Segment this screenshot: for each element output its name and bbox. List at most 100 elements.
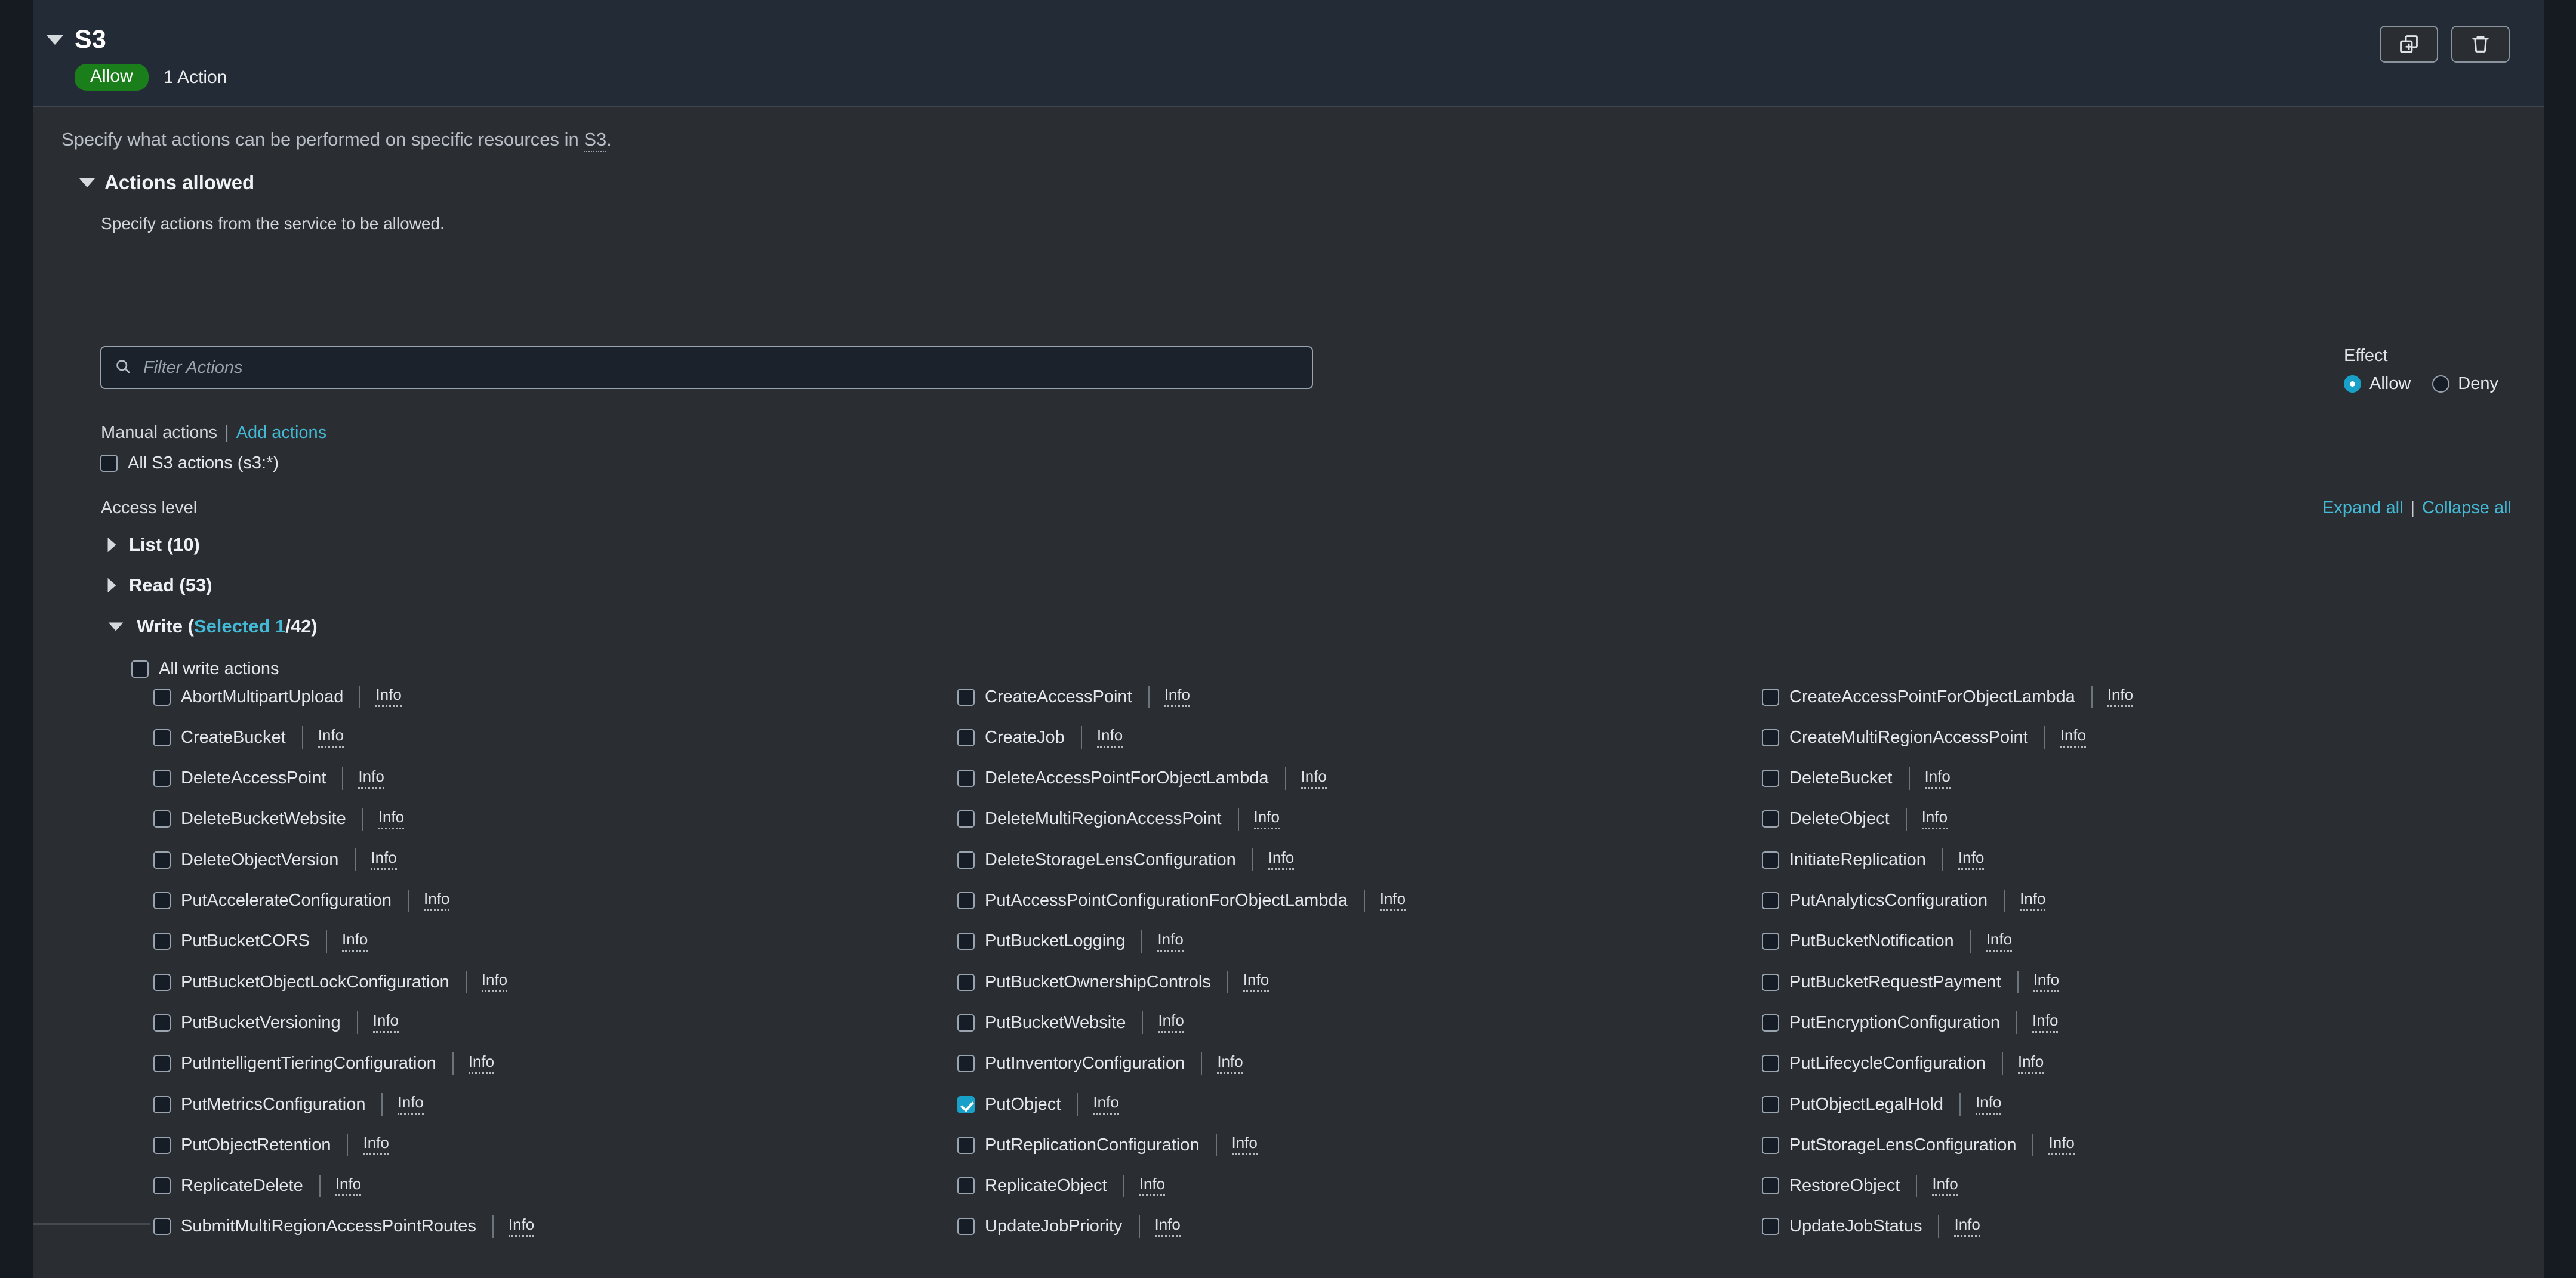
write-action-row[interactable]: SubmitMultiRegionAccessPointRoutes Info <box>153 1215 535 1238</box>
write-action-row[interactable]: DeleteMultiRegionAccessPoint Info <box>957 807 1280 831</box>
actions-allowed-header[interactable]: Actions allowed <box>79 171 254 194</box>
write-action-row[interactable]: ReplicateObject Info <box>957 1174 1166 1197</box>
write-action-row[interactable]: CreateJob Info <box>957 726 1123 749</box>
write-action-row[interactable]: CreateBucket Info <box>153 726 344 749</box>
write-action-checkbox[interactable] <box>1762 973 1779 991</box>
action-info-link[interactable]: Info <box>2017 1054 2044 1074</box>
write-action-checkbox[interactable] <box>957 1095 975 1113</box>
write-action-row[interactable]: PutBucketCORS Info <box>153 930 368 953</box>
action-info-link[interactable]: Info <box>1932 1176 1958 1196</box>
filter-actions-input[interactable]: Filter Actions <box>100 346 1313 389</box>
write-action-checkbox[interactable] <box>957 728 975 746</box>
all-write-actions-row[interactable]: All write actions <box>131 659 279 679</box>
write-action-row[interactable]: PutIntelligentTieringConfiguration Info <box>153 1052 495 1075</box>
write-action-checkbox[interactable] <box>1762 688 1779 706</box>
write-action-checkbox[interactable] <box>153 1014 171 1032</box>
action-info-link[interactable]: Info <box>1231 1135 1258 1156</box>
effect-deny-radio[interactable] <box>2432 375 2450 393</box>
write-action-row[interactable]: DeleteAccessPoint Info <box>153 767 384 790</box>
write-action-checkbox[interactable] <box>153 851 171 869</box>
write-action-row[interactable]: DeleteObject Info <box>1762 807 1948 831</box>
chevron-down-icon[interactable] <box>108 622 124 631</box>
chevron-right-icon[interactable] <box>107 537 116 552</box>
action-info-link[interactable]: Info <box>1253 809 1280 829</box>
write-action-checkbox[interactable] <box>1762 1055 1779 1073</box>
write-action-row[interactable]: PutBucketLogging Info <box>957 930 1184 953</box>
write-action-checkbox[interactable] <box>1762 1095 1779 1113</box>
all-write-actions-checkbox[interactable] <box>131 660 149 678</box>
action-info-link[interactable]: Info <box>1096 727 1123 748</box>
write-action-checkbox[interactable] <box>1762 892 1779 909</box>
action-info-link[interactable]: Info <box>1158 1012 1184 1033</box>
write-action-row[interactable]: PutObjectRetention Info <box>153 1134 389 1157</box>
write-action-checkbox[interactable] <box>957 1055 975 1073</box>
statement-title-row[interactable]: S3 <box>46 25 227 54</box>
action-info-link[interactable]: Info <box>1379 891 1406 911</box>
action-info-link[interactable]: Info <box>2033 972 2060 993</box>
service-link[interactable]: S3 <box>584 129 607 152</box>
write-action-checkbox[interactable] <box>153 810 171 828</box>
action-info-link[interactable]: Info <box>1301 768 1327 789</box>
write-action-checkbox[interactable] <box>1762 1136 1779 1154</box>
write-action-row[interactable]: CreateAccessPointForObjectLambda Info <box>1762 686 2134 708</box>
write-action-row[interactable]: UpdateJobStatus Info <box>1762 1215 1980 1238</box>
write-action-checkbox[interactable] <box>957 1177 975 1195</box>
action-info-link[interactable]: Info <box>1093 1094 1119 1115</box>
write-action-checkbox[interactable] <box>957 1136 975 1154</box>
action-info-link[interactable]: Info <box>1954 1217 1980 1237</box>
write-action-checkbox[interactable] <box>957 1218 975 1236</box>
write-action-checkbox[interactable] <box>957 851 975 869</box>
action-info-link[interactable]: Info <box>424 891 450 911</box>
write-action-row[interactable]: PutBucketRequestPayment Info <box>1762 971 2060 994</box>
write-action-checkbox[interactable] <box>153 892 171 909</box>
action-info-link[interactable]: Info <box>341 931 368 952</box>
action-info-link[interactable]: Info <box>2060 727 2087 748</box>
action-info-link[interactable]: Info <box>1924 768 1951 789</box>
write-action-row[interactable]: PutAnalyticsConfiguration Info <box>1762 889 2046 912</box>
action-info-link[interactable]: Info <box>508 1217 535 1237</box>
action-info-link[interactable]: Info <box>1986 931 2013 952</box>
write-action-checkbox[interactable] <box>957 892 975 909</box>
write-action-checkbox[interactable] <box>1762 770 1779 788</box>
write-action-checkbox[interactable] <box>1762 1177 1779 1195</box>
action-info-link[interactable]: Info <box>318 727 344 748</box>
write-action-checkbox[interactable] <box>1762 851 1779 869</box>
write-action-checkbox[interactable] <box>957 810 975 828</box>
action-info-link[interactable]: Info <box>1958 850 1985 870</box>
action-info-link[interactable]: Info <box>1154 1217 1181 1237</box>
write-action-row[interactable]: ReplicateDelete Info <box>153 1174 362 1197</box>
write-action-checkbox[interactable] <box>153 1055 171 1073</box>
write-action-row[interactable]: PutAccelerateConfiguration Info <box>153 889 450 912</box>
action-info-link[interactable]: Info <box>1217 1054 1243 1074</box>
write-action-row[interactable]: PutMetricsConfiguration Info <box>153 1093 424 1116</box>
action-info-link[interactable]: Info <box>358 768 384 789</box>
action-info-link[interactable]: Info <box>1975 1094 2002 1115</box>
write-action-row[interactable]: AbortMultipartUpload Info <box>153 686 402 708</box>
write-action-row[interactable]: RestoreObject Info <box>1762 1174 1958 1197</box>
write-action-row[interactable]: UpdateJobPriority Info <box>957 1215 1181 1238</box>
write-action-row[interactable]: PutObjectLegalHold Info <box>1762 1093 2002 1116</box>
action-info-link[interactable]: Info <box>375 687 402 707</box>
access-group-read[interactable]: Read (53) <box>107 575 212 596</box>
write-action-row[interactable]: DeleteObjectVersion Info <box>153 848 397 872</box>
write-action-checkbox[interactable] <box>957 770 975 788</box>
all-service-actions-checkbox[interactable] <box>100 455 118 472</box>
write-action-row[interactable]: DeleteBucketWebsite Info <box>153 807 405 831</box>
action-info-link[interactable]: Info <box>398 1094 424 1115</box>
write-action-checkbox[interactable] <box>1762 728 1779 746</box>
collapse-all-link[interactable]: Collapse all <box>2422 498 2512 518</box>
write-action-checkbox[interactable] <box>153 973 171 991</box>
action-info-link[interactable]: Info <box>1268 850 1295 870</box>
clone-statement-button[interactable] <box>2380 26 2438 63</box>
write-action-row[interactable]: DeleteBucket Info <box>1762 767 1951 790</box>
action-info-link[interactable]: Info <box>378 809 405 829</box>
write-action-checkbox[interactable] <box>957 933 975 950</box>
chevron-right-icon[interactable] <box>107 578 116 593</box>
write-action-checkbox[interactable] <box>1762 1218 1779 1236</box>
write-action-row[interactable]: PutBucketOwnershipControls Info <box>957 971 1269 994</box>
write-action-checkbox[interactable] <box>957 1014 975 1032</box>
write-action-row[interactable]: PutLifecycleConfiguration Info <box>1762 1052 2044 1075</box>
action-info-link[interactable]: Info <box>363 1135 389 1156</box>
write-action-checkbox[interactable] <box>153 933 171 950</box>
write-action-row[interactable]: InitiateReplication Info <box>1762 848 1985 872</box>
